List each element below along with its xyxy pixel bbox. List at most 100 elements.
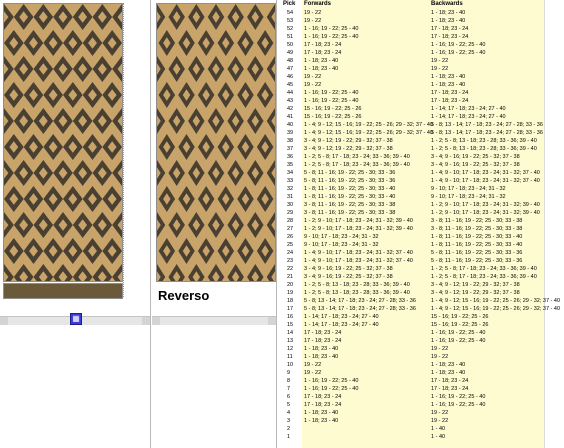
pick-cell: 41 (287, 114, 294, 120)
pattern-diamond (24, 3, 44, 4)
table-row[interactable]: 46 19 - 22 1 - 18; 23 - 40 (280, 73, 544, 81)
pick-cell: 51 (287, 34, 294, 40)
table-row[interactable]: 5 17 - 18; 23 - 24 1 - 16; 19 - 22; 25 - 4… (280, 401, 544, 409)
table-row[interactable]: 45 19 - 22 1 - 18; 23 - 40 (280, 81, 544, 89)
table-row[interactable]: 48 1 - 18; 23 - 40 19 - 22 (280, 57, 544, 65)
table-row[interactable]: 47 1 - 18; 23 - 40 19 - 22 (280, 65, 544, 73)
pick-cell: 16 (287, 314, 294, 320)
table-row[interactable]: 1 1 - 40 (280, 433, 544, 441)
forwards-cell: 3 - 4; 9 - 12; 19 - 22; 29 - 32; 37 - 38 (304, 138, 393, 144)
forwards-cell: 17 - 18; 23 - 24 (304, 394, 342, 400)
backwards-cell: 3 - 8; 11 - 16; 19 - 22; 25 - 30; 33 - 3… (431, 218, 523, 224)
table-row[interactable]: 37 3 - 4; 9 - 12; 19 - 22; 29 - 32; 37 - … (280, 145, 544, 153)
table-row[interactable]: 29 3 - 8; 11 - 16; 19 - 22; 25 - 30; 33 -… (280, 209, 544, 217)
grid-toggle-icon[interactable]: ▦ (70, 313, 82, 325)
scroll-right-icon[interactable] (268, 317, 276, 325)
pick-cell: 48 (287, 58, 294, 64)
pick-cell: 27 (287, 226, 294, 232)
table-row[interactable]: 32 1 - 8; 11 - 16; 19 - 22; 25 - 30; 33 -… (280, 185, 544, 193)
pick-cell: 26 (287, 234, 294, 240)
forwards-cell: 15 - 16; 19 - 22; 25 - 26 (304, 106, 362, 112)
table-row[interactable]: 27 1 - 2; 9 - 10; 17 - 18; 23 - 24; 31 - … (280, 225, 544, 233)
threading-strip (3, 283, 123, 299)
horizontal-scrollbar-back[interactable] (152, 316, 276, 325)
forwards-cell: 1 - 8; 11 - 16; 19 - 22; 25 - 30; 33 - 4… (304, 194, 396, 200)
pattern-diamond (257, 3, 274, 4)
table-row[interactable]: 21 3 - 4; 9 - 16; 19 - 22; 25 - 32; 37 - … (280, 273, 544, 281)
table-row[interactable]: 2 1 - 40 (280, 425, 544, 433)
table-row[interactable]: 19 1 - 2; 5 - 8; 13 - 18; 23 - 28; 33 - 3… (280, 289, 544, 297)
table-row[interactable]: 44 1 - 16; 19 - 22; 25 - 40 17 - 18; 23 - … (280, 89, 544, 97)
table-row[interactable]: 16 1 - 14; 17 - 18; 23 - 24; 27 - 40 15 - … (280, 313, 544, 321)
table-row[interactable]: 38 3 - 4; 9 - 12; 19 - 22; 29 - 32; 37 - … (280, 137, 544, 145)
table-row[interactable]: 36 1 - 2; 5 - 8; 17 - 18; 23 - 24; 33 - 3… (280, 153, 544, 161)
forwards-cell: 19 - 22 (304, 82, 322, 88)
backwards-cell: 1 - 18; 23 - 40 (431, 18, 466, 24)
table-row[interactable]: 35 1 - 2; 5 - 8; 17 - 18; 23 - 24; 33 - 3… (280, 161, 544, 169)
table-row[interactable]: 28 1 - 2; 9 - 10; 17 - 18; 23 - 24; 31 - … (280, 217, 544, 225)
table-row[interactable]: 50 17 - 18; 23 - 24 1 - 16; 19 - 22; 25 - … (280, 41, 544, 49)
backwards-cell: 19 - 22 (431, 418, 449, 424)
table-row[interactable]: 40 1 - 4; 9 - 12; 15 - 16; 19 - 22; 25 - … (280, 121, 544, 129)
scroll-left-icon[interactable] (0, 317, 8, 325)
table-row[interactable]: 33 5 - 8; 11 - 16; 19 - 22; 25 - 30; 33 -… (280, 177, 544, 185)
table-row[interactable]: 49 17 - 18; 23 - 24 1 - 16; 19 - 22; 25 - … (280, 49, 544, 57)
forwards-cell: 5 - 8; 13 - 14; 17 - 18; 23 - 24; 27 - 2… (304, 306, 416, 312)
table-row[interactable]: 6 17 - 18; 23 - 24 1 - 16; 19 - 22; 25 - 4… (280, 393, 544, 401)
table-row[interactable]: 41 15 - 16; 19 - 22; 25 - 26 1 - 14; 17 - … (280, 113, 544, 121)
pick-cell: 54 (287, 10, 294, 16)
backwards-cell: 1 - 2; 5 - 8; 17 - 18; 23 - 24; 33 - 36;… (431, 274, 537, 280)
forwards-cell: 1 - 4; 9 - 12; 15 - 16; 19 - 22; 25 - 26… (304, 130, 434, 136)
backwards-cell: 1 - 40 (431, 434, 446, 440)
table-row[interactable]: 23 1 - 4; 9 - 10; 17 - 18; 23 - 24; 31 - … (280, 257, 544, 265)
forwards-cell: 1 - 18; 23 - 40 (304, 410, 339, 416)
scroll-left-icon[interactable] (152, 317, 160, 325)
table-row[interactable]: 18 5 - 8; 13 - 14; 17 - 18; 23 - 24; 27 -… (280, 297, 560, 305)
pattern-diamond (63, 3, 83, 4)
table-row[interactable]: 9 19 - 22 1 - 18; 23 - 40 (280, 369, 544, 377)
table-row[interactable]: 42 15 - 16; 19 - 22; 25 - 26 1 - 14; 17 - … (280, 105, 544, 113)
forwards-cell: 5 - 8; 11 - 16; 19 - 22; 25 - 30; 33 - 3… (304, 178, 396, 184)
table-scrollbar[interactable] (544, 0, 564, 448)
table-row[interactable]: 12 1 - 18; 23 - 40 19 - 22 (280, 345, 544, 353)
pick-cell: 46 (287, 74, 294, 80)
pattern-diamond (237, 3, 254, 4)
table-row[interactable]: 13 17 - 18; 23 - 24 1 - 16; 19 - 22; 25 - … (280, 337, 544, 345)
backwards-cell: 1 - 2; 5 - 8; 17 - 18; 23 - 24; 33 - 36;… (431, 266, 537, 272)
pick-cell: 19 (287, 290, 294, 296)
table-row[interactable]: 4 1 - 18; 23 - 40 19 - 22 (280, 409, 544, 417)
table-row[interactable]: 51 1 - 16; 19 - 22; 25 - 40 17 - 18; 23 - … (280, 33, 544, 41)
table-row[interactable]: 30 3 - 8; 11 - 16; 19 - 22; 25 - 30; 33 -… (280, 201, 544, 209)
table-row[interactable]: 14 17 - 18; 23 - 24 1 - 16; 19 - 22; 25 - … (280, 329, 544, 337)
backwards-cell: 5 - 8; 13 - 14; 17 - 18; 23 - 24; 27 - 2… (431, 122, 543, 128)
table-row[interactable]: 10 19 - 22 1 - 18; 23 - 40 (280, 361, 544, 369)
table-row[interactable]: 26 9 - 10; 17 - 18; 23 - 24; 31 - 32 1 - 8… (280, 233, 544, 241)
table-row[interactable]: 54 19 - 22 1 - 18; 23 - 40 (280, 9, 544, 17)
scroll-right-icon[interactable] (142, 317, 150, 325)
forwards-cell: 1 - 2; 5 - 8; 13 - 18; 23 - 28; 33 - 36;… (304, 290, 410, 296)
table-row[interactable]: 15 1 - 14; 17 - 18; 23 - 24; 27 - 40 15 - … (280, 321, 544, 329)
table-row[interactable]: 25 9 - 10; 17 - 18; 23 - 24; 31 - 32 1 - 8… (280, 241, 544, 249)
forwards-cell: 1 - 16; 19 - 22; 25 - 40 (304, 34, 359, 40)
table-row[interactable]: 3 1 - 18; 23 - 40 19 - 22 (280, 417, 544, 425)
table-row[interactable]: 11 1 - 18; 23 - 40 19 - 22 (280, 353, 544, 361)
table-row[interactable]: 20 1 - 2; 5 - 8; 13 - 18; 23 - 28; 33 - 3… (280, 281, 544, 289)
backwards-cell: 1 - 14; 17 - 18; 23 - 24; 27 - 40 (431, 114, 506, 120)
table-row[interactable]: 52 1 - 16; 19 - 22; 25 - 40 17 - 18; 23 - … (280, 25, 544, 33)
table-row[interactable]: 8 1 - 16; 19 - 22; 25 - 40 17 - 18; 23 - 2… (280, 377, 544, 385)
table-row[interactable]: 22 3 - 4; 9 - 16; 19 - 22; 25 - 32; 37 - … (280, 265, 544, 273)
pick-cell: 5 (287, 402, 291, 408)
table-row[interactable]: 24 1 - 4; 9 - 10; 17 - 18; 23 - 24; 31 - … (280, 249, 544, 257)
table-row[interactable]: 43 1 - 16; 19 - 22; 25 - 40 17 - 18; 23 - … (280, 97, 544, 105)
forwards-cell: 3 - 4; 9 - 16; 19 - 22; 25 - 32; 37 - 38 (304, 266, 393, 272)
table-row[interactable]: 31 1 - 8; 11 - 16; 19 - 22; 25 - 30; 33 -… (280, 193, 544, 201)
table-row[interactable]: 34 5 - 8; 11 - 16; 19 - 22; 25 - 30; 33 -… (280, 169, 544, 177)
backwards-cell: 3 - 4; 9 - 12; 19 - 22; 29 - 32; 37 - 38 (431, 290, 520, 296)
backwards-cell: 19 - 22 (431, 66, 449, 72)
backwards-cell: 1 - 16; 19 - 22; 25 - 40 (431, 330, 486, 336)
table-row[interactable]: 53 19 - 22 1 - 18; 23 - 40 (280, 17, 544, 25)
table-row[interactable]: 39 1 - 4; 9 - 12; 15 - 16; 19 - 22; 25 - … (280, 129, 544, 137)
backwards-cell: 1 - 40 (431, 426, 446, 432)
table-row[interactable]: 17 5 - 8; 13 - 14; 17 - 18; 23 - 24; 27 -… (280, 305, 560, 313)
table-row[interactable]: 7 1 - 16; 19 - 22; 25 - 40 17 - 18; 23 - 2… (280, 385, 544, 393)
